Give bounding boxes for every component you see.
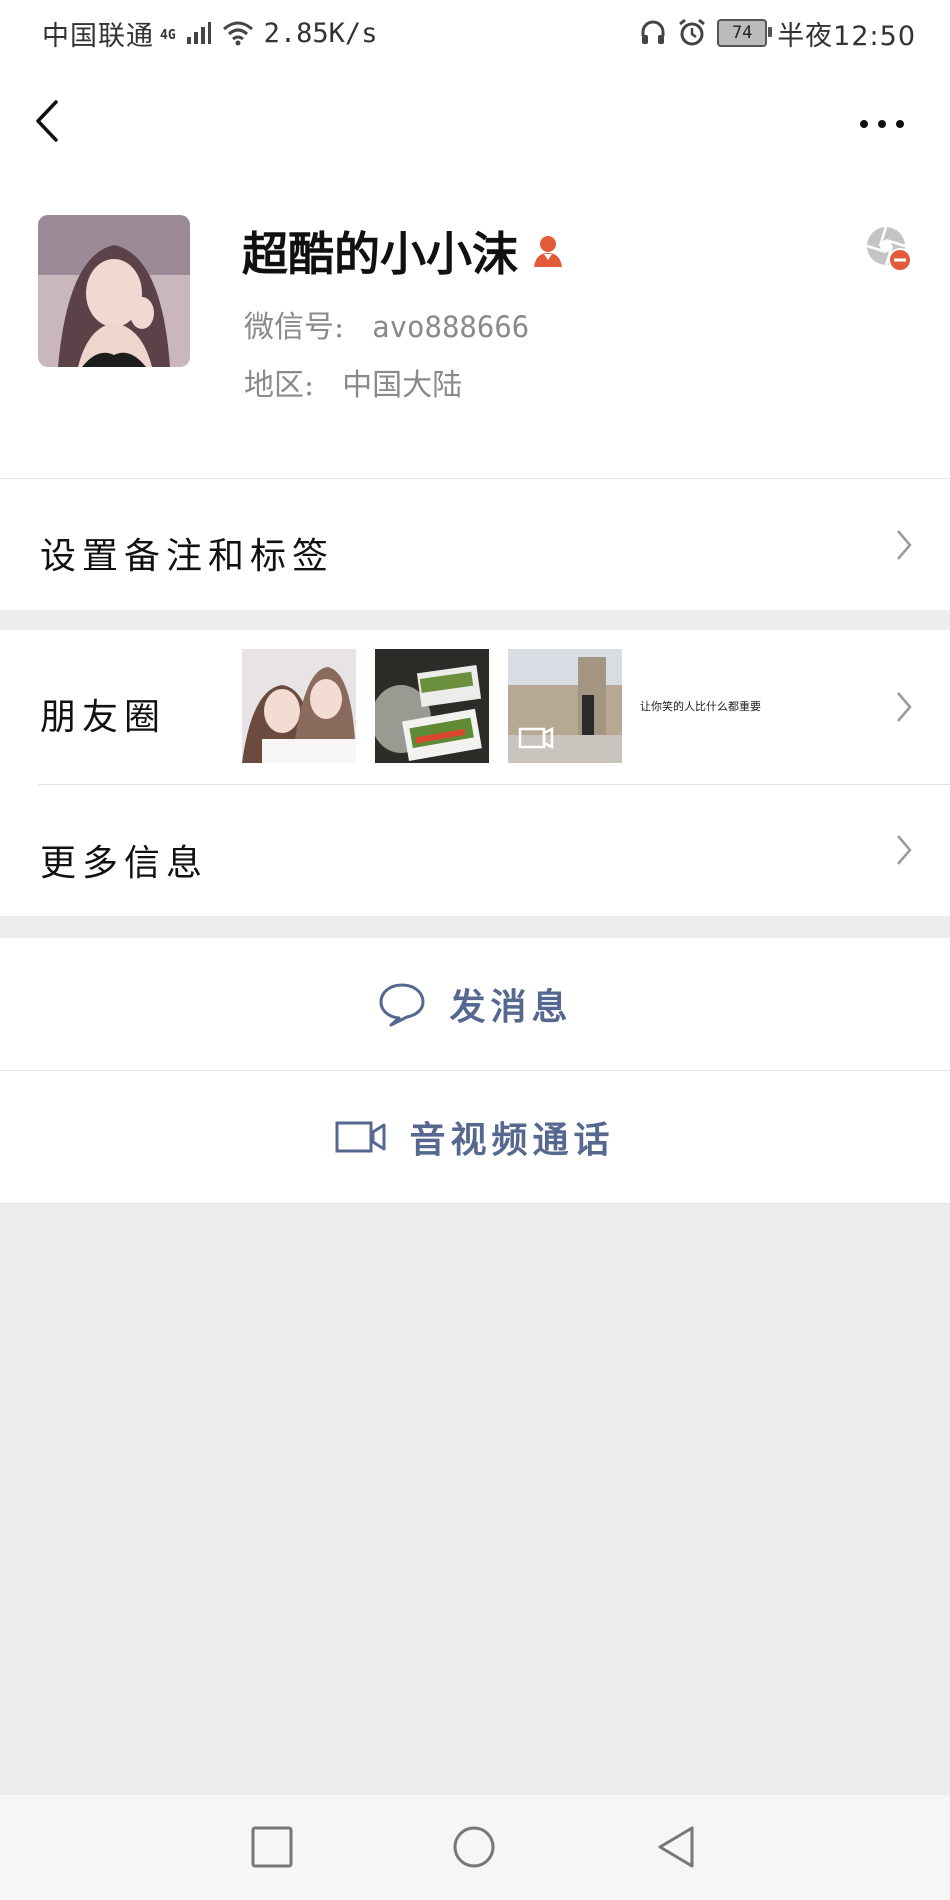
send-message-label: 发消息 [449,986,573,1028]
wechat-id-value: avo888666 [372,310,530,344]
moments-photo [375,649,489,763]
network-speed: 2.85K/s [263,17,378,49]
video-call-label: 音视频通话 [409,1119,615,1161]
chevron-right-icon [897,692,912,722]
profile-header: 超酷的小小沫 微信号: avo888666 地区: 中国大陆 [0,178,950,478]
home-circle-icon[interactable] [452,1825,496,1869]
video-camera-icon [335,1121,386,1153]
chevron-right-icon [897,835,912,865]
send-message-button[interactable]: 发消息 [0,938,950,1071]
moments-video [508,649,622,763]
region-row: 地区: 中国大陆 [244,360,462,404]
more-dots-icon[interactable] [858,114,906,134]
alarm-icon [679,18,706,46]
headphones-icon [641,20,665,44]
system-nav-bar [0,1795,950,1900]
battery-icon: 74 [717,19,773,47]
moments-thumbnails [242,649,622,763]
status-bar: 中国联通 4G 2.85K/s 74 半夜12:50 [0,0,950,66]
more-info-label: 更多信息 [40,843,209,884]
wechat-id-row: 微信号: avo888666 [244,302,529,346]
female-icon [534,236,562,267]
chevron-right-icon [897,530,912,560]
remark-row[interactable]: 设置备注和标签 [0,478,950,610]
divider [38,784,950,785]
recents-square-icon[interactable] [250,1825,294,1869]
avatar[interactable] [38,215,190,367]
clock: 半夜12:50 [777,20,916,52]
network-type: 4G [160,27,176,43]
more-info-row[interactable]: 更多信息 [0,784,950,916]
signal-icon [186,22,211,44]
region-value: 中国大陆 [342,368,463,403]
wifi-icon [222,21,253,46]
moments-row[interactable]: 朋友圈 让你笑的人比什么都重要 [0,630,950,784]
nav-bar [0,66,950,178]
carrier-label: 中国联通 [42,20,154,52]
remark-label: 设置备注和标签 [40,536,335,577]
moments-label: 朋友圈 [40,697,167,738]
chevron-left-icon[interactable] [30,96,70,146]
back-triangle-icon[interactable] [654,1825,698,1869]
profile-name: 超酷的小小沫 [242,227,518,281]
wechat-id-label: 微信号: [244,310,345,345]
chat-bubble-icon [379,983,425,1027]
moments-text-post: 让你笑的人比什么都重要 [640,700,761,713]
region-label: 地区: [244,368,315,403]
camera-shutter-icon[interactable] [864,224,912,272]
moments-photo [242,649,356,763]
video-call-button[interactable]: 音视频通话 [0,1071,950,1204]
battery-level: 74 [731,23,753,43]
